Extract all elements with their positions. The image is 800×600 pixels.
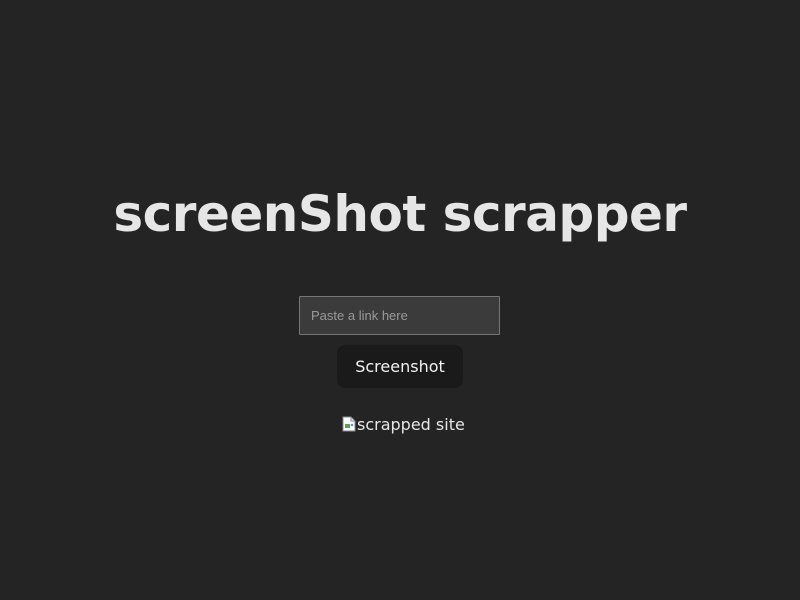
image-alt-text: scrapped site [357,414,465,434]
scrapped-site-image: scrapped site [342,412,465,436]
app-page: screenShot scrapper Screenshot scrapped … [0,0,800,600]
broken-image-icon [342,416,356,432]
page-title: screenShot scrapper [113,185,687,243]
url-input[interactable] [299,296,500,335]
screenshot-button[interactable]: Screenshot [337,345,463,388]
